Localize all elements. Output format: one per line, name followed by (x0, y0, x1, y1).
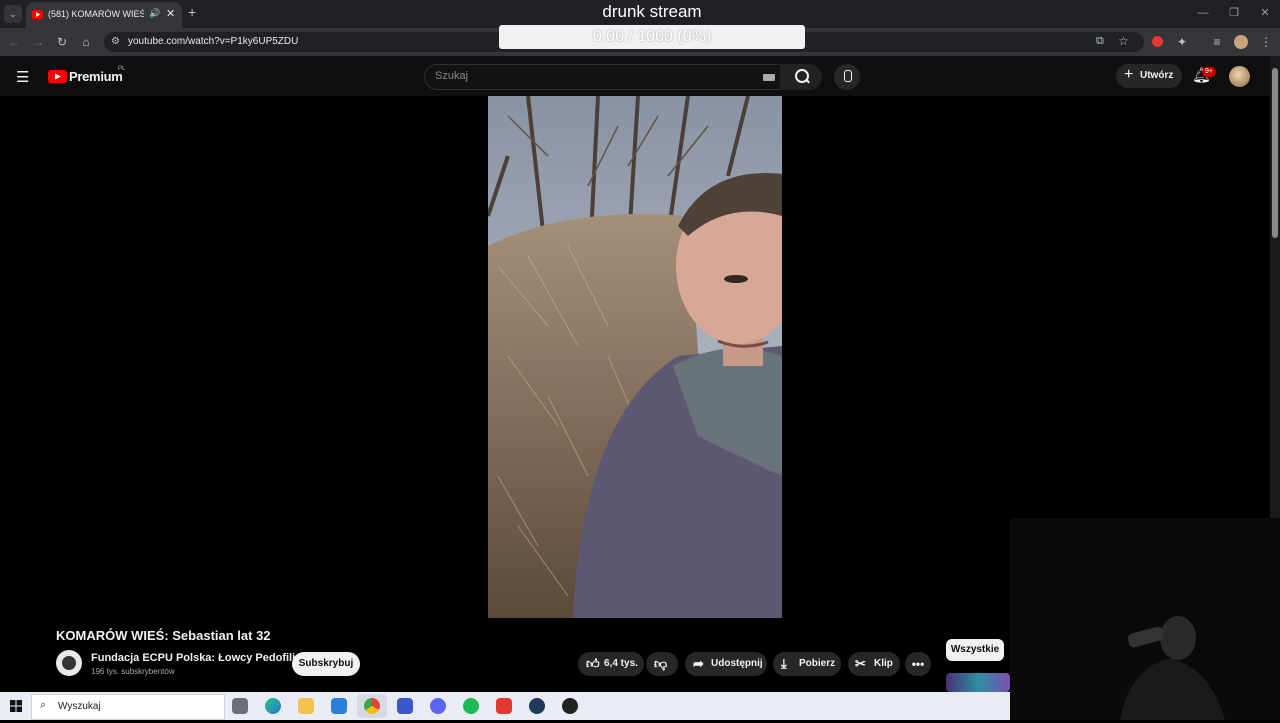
search-icon-handle (805, 78, 810, 84)
url-text[interactable]: youtube.com/watch?v=P1ky6UP5ZDU (128, 36, 298, 47)
extensions-puzzle-icon[interactable]: ✦ (1174, 34, 1190, 50)
bookmark-star-icon[interactable]: ☆ (1118, 34, 1129, 48)
thumbs-up-icon: 👍︎ (586, 656, 600, 671)
app-red-bolt-icon[interactable] (496, 698, 512, 714)
reload-icon[interactable]: ↻ (54, 34, 70, 50)
like-button[interactable]: 👍︎ 6,4 tys. (578, 652, 644, 676)
more-icon: ••• (911, 657, 925, 671)
back-icon[interactable]: ← (6, 34, 22, 50)
profile-avatar[interactable] (1234, 35, 1248, 49)
discord-icon[interactable] (430, 698, 446, 714)
more-actions-button[interactable]: ••• (905, 652, 931, 676)
channel-logo-icon (62, 656, 76, 670)
tab-search-button[interactable]: ⌄ (4, 5, 22, 23)
home-icon[interactable]: ⌂ (78, 34, 94, 50)
edge-icon[interactable] (265, 698, 281, 714)
chrome-menu-icon[interactable]: ⋮ (1258, 34, 1274, 50)
video-title: KOMARÓW WIEŚ: Sebastian lat 32 (56, 628, 271, 643)
new-tab-button[interactable]: + (188, 4, 196, 20)
scrollbar-thumb[interactable] (1272, 68, 1278, 238)
subscribe-button[interactable]: Subskrybuj (292, 652, 360, 676)
voice-search-button[interactable] (834, 64, 860, 90)
video-frame (488, 96, 782, 618)
plus-icon: + (1124, 66, 1134, 83)
restore-icon[interactable]: ❐ (1225, 4, 1243, 22)
hamburger-menu-icon[interactable]: ☰ (16, 68, 29, 86)
forward-icon[interactable]: → (30, 34, 46, 50)
overlay-progress-bar: 0.00 / 1000 (0%) (499, 25, 805, 49)
filter-chip-all[interactable]: Wszystkie (946, 639, 1004, 661)
mail-icon[interactable] (331, 698, 347, 714)
region-code: PL (118, 66, 126, 72)
close-tab-icon[interactable]: ✕ (166, 7, 175, 20)
microphone-icon (844, 70, 852, 82)
keyboard-icon[interactable] (763, 74, 775, 81)
thumbs-down-icon: 👎︎ (654, 656, 668, 671)
minimize-icon[interactable]: — (1194, 4, 1212, 22)
app-blue-icon[interactable] (397, 698, 413, 714)
taskbar-search-icon: ⌕ (40, 699, 47, 711)
task-view-icon[interactable] (232, 698, 248, 714)
subscriber-count: 196 tys. subskrybentów (91, 667, 175, 676)
app-dark-icon[interactable] (562, 698, 578, 714)
chrome-icon[interactable] (364, 698, 380, 714)
download-label: Pobierz (799, 658, 836, 669)
share-icon: ➦ (693, 656, 704, 671)
account-avatar[interactable] (1229, 66, 1250, 87)
overlay-title: drunk stream (602, 2, 702, 21)
close-window-icon[interactable]: ✕ (1256, 4, 1274, 22)
channel-name[interactable]: Fundacja ECPU Polska: Łowcy Pedofili (91, 652, 295, 664)
file-explorer-icon[interactable] (298, 698, 314, 714)
clip-label: Klip (874, 658, 893, 669)
dislike-button[interactable]: 👎︎ (646, 652, 678, 676)
search-box[interactable]: Szukaj (424, 64, 781, 90)
logo-text: Premium (69, 69, 123, 84)
webcam-frame (1120, 438, 1275, 720)
install-icon[interactable]: ⧉ (1096, 35, 1104, 48)
youtube-play-icon (48, 70, 67, 83)
taskbar-search-input[interactable]: Wyszukaj (58, 701, 101, 712)
video-player[interactable] (488, 96, 782, 618)
webcam-overlay (1010, 438, 1280, 720)
create-button[interactable]: + Utwórz (1116, 64, 1182, 88)
download-button[interactable]: ⤓ Pobierz (773, 652, 841, 676)
share-label: Udostępnij (711, 658, 763, 669)
league-icon[interactable] (529, 698, 545, 714)
search-button[interactable] (780, 64, 822, 90)
channel-avatar[interactable] (56, 650, 82, 676)
media-control-icon[interactable]: ≡ (1209, 34, 1225, 50)
tab-title: (581) KOMARÓW WIEŚ: Seb (48, 9, 144, 19)
browser-tab[interactable]: (581) KOMARÓW WIEŚ: Seb 🔊 ✕ (26, 2, 182, 28)
search-input[interactable]: Szukaj (435, 70, 468, 82)
speaker-icon[interactable]: 🔊 (149, 8, 160, 19)
like-count: 6,4 tys. (604, 658, 638, 669)
create-label: Utwórz (1140, 70, 1174, 81)
share-button[interactable]: ➦ Udostępnij (685, 652, 767, 676)
recommended-thumbnail[interactable] (946, 673, 1010, 692)
clip-button[interactable]: ✂ Klip (848, 652, 900, 676)
spotify-icon[interactable] (463, 698, 479, 714)
download-icon: ⤓ (781, 656, 787, 671)
extension-red-icon[interactable] (1152, 36, 1163, 47)
site-info-icon[interactable]: ⚙ (111, 36, 120, 47)
notifications-badge: 9+ (1202, 67, 1216, 77)
overlay-progress-text: 0.00 / 1000 (0%) (592, 28, 712, 45)
windows-start-icon[interactable] (10, 700, 22, 712)
youtube-favicon-icon (32, 10, 43, 19)
taskbar-search[interactable]: ⌕ Wyszukaj (31, 694, 225, 720)
scissors-icon: ✂ (855, 656, 866, 671)
